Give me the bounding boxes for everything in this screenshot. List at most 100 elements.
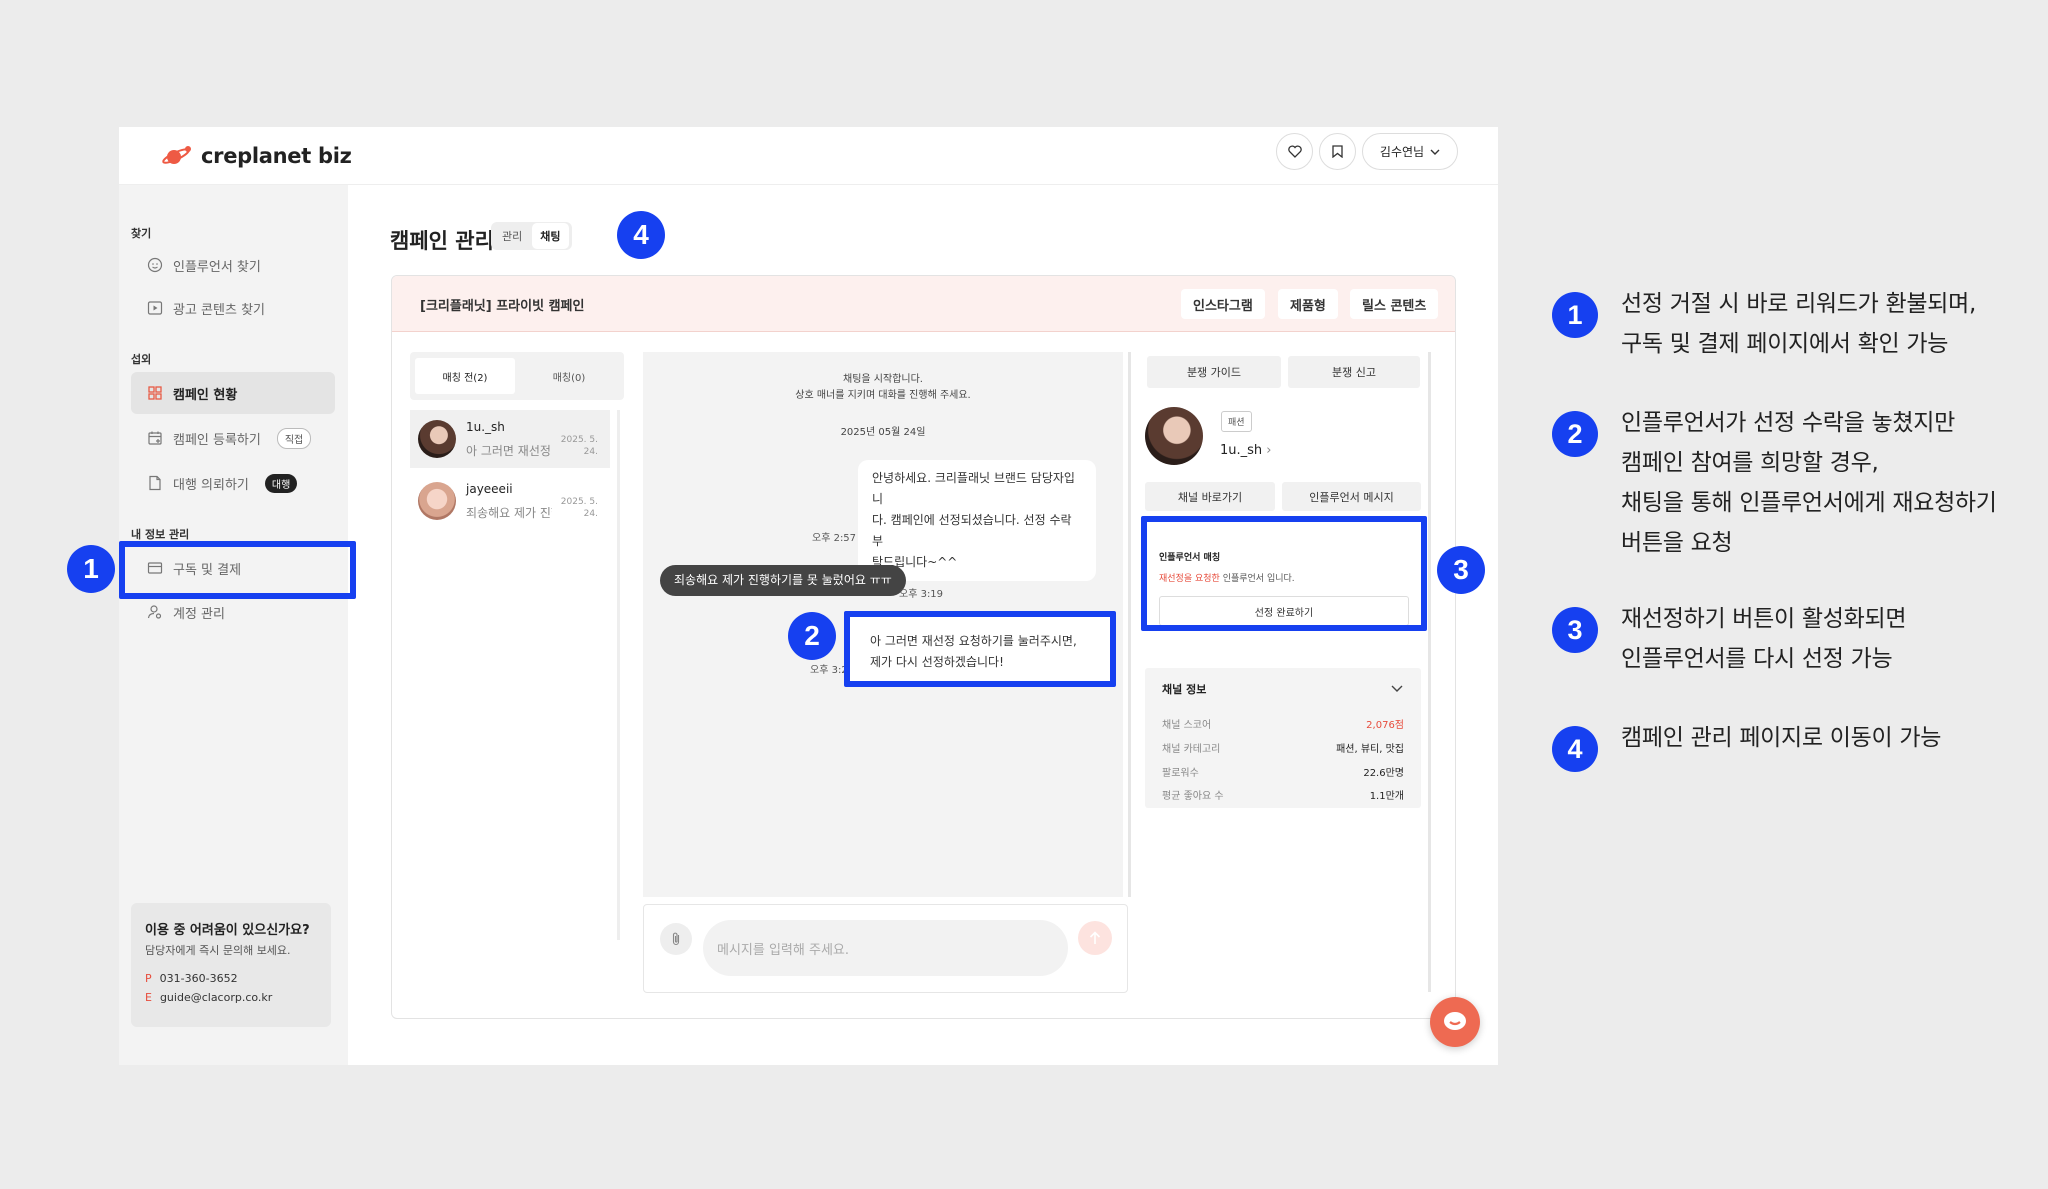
arrow-up-icon (1089, 931, 1101, 944)
tab-matched[interactable]: 매칭(0) (519, 358, 619, 394)
chevron-down-icon[interactable] (1391, 685, 1403, 693)
document-icon (149, 475, 161, 491)
message-input[interactable]: 메시지를 입력해 주세요. (703, 920, 1068, 976)
annotation-number: 4 (1552, 726, 1598, 772)
influencer-avatar (1145, 407, 1203, 465)
bubble-line: 탁드립니다~^^ (872, 555, 958, 569)
annotation-line: 재선정하기 버튼이 활성화되면 (1621, 606, 1907, 632)
channel-link-button[interactable]: 채널 바로가기 (1145, 482, 1275, 511)
annotation-3: 3 재선정하기 버튼이 활성화되면 인플루언서를 다시 선정 가능 (1552, 606, 2032, 687)
conversation-name: 1u._sh (466, 419, 505, 434)
sidebar-item-label: 인플루언서 찾기 (173, 259, 261, 275)
highlight-box-matching (1141, 516, 1427, 631)
sidebar-section-title: 찾기 (131, 227, 152, 240)
sidebar-item-label: 캠페인 현황 (173, 387, 238, 403)
phone-number: 031-360-3652 (159, 972, 238, 985)
sidebar-item-campaign-status[interactable]: 캠페인 현황 (131, 372, 335, 414)
favorite-button[interactable] (1276, 133, 1313, 170)
marker-2: 2 (788, 612, 836, 660)
conversation-item[interactable]: jayeeeii 죄송해요 제가 진행하기를 2025. 5. 24. (410, 472, 610, 530)
tab-manage[interactable]: 관리 (494, 223, 530, 249)
channel-info: 채널 정보 채널 스코어 2,076점 채널 카테고리 패션, 뷰티, 맛집 팔… (1145, 668, 1421, 808)
conversation-tabs: 매칭 전(2) 매칭(0) (410, 352, 624, 400)
marker-3: 3 (1437, 546, 1485, 594)
sidebar-item-register-campaign[interactable]: 캠페인 등록하기 직접 (131, 417, 335, 459)
sidebar-item-request-agency[interactable]: 대행 의뢰하기 대행 (131, 462, 335, 504)
logo[interactable]: creplanet biz (161, 139, 352, 173)
annotation-line: 구독 및 결제 페이지에서 확인 가능 (1621, 331, 1949, 357)
chat-date: 2025년 05월 24일 (840, 427, 926, 438)
attach-button[interactable] (660, 923, 692, 955)
face-icon (147, 257, 163, 273)
sidebar-item-label: 캠페인 등록하기 (173, 432, 261, 448)
chat-scrollbar[interactable] (1128, 352, 1131, 897)
annotation-number: 3 (1552, 607, 1598, 653)
annotation-text: 재선정하기 버튼이 활성화되면 인플루언서를 다시 선정 가능 (1621, 599, 2041, 679)
conversation-date: 2025. 5. 24. (560, 496, 598, 520)
bubble-line: 제가 다시 선정하겠습니다! (870, 655, 1004, 669)
tab-before-match[interactable]: 매칭 전(2) (415, 358, 515, 394)
sidebar: 찾기 인플루언서 찾기 광고 콘텐츠 찾기 섭외 캠페인 현황 캠페인 등록하기… (119, 185, 348, 1065)
chat-support-button[interactable] (1430, 997, 1480, 1047)
send-button[interactable] (1078, 921, 1112, 955)
conversation-item[interactable]: 1u._sh 아 그러면 재선정 요청하기를 2025. 5. 24. (410, 410, 610, 468)
influencer-message-button[interactable]: 인플루언서 메시지 (1282, 482, 1421, 511)
help-phone[interactable]: P 031-360-3652 (145, 972, 317, 985)
conversation-text: 1u._sh 아 그러면 재선정 요청하기를 (466, 420, 552, 459)
influencer-name-link[interactable]: 1u._sh › (1220, 443, 1272, 458)
calendar-add-icon (148, 431, 162, 445)
chat-bubble-influencer: 죄송해요 제가 진행하기를 못 눌렀어요 ㅠㅠ (660, 565, 906, 596)
conversation-date-line: 24. (583, 447, 598, 457)
annotation-line: 캠페인 참여를 희망할 경우, (1621, 450, 1879, 476)
sidebar-item-find-content[interactable]: 광고 콘텐츠 찾기 (131, 287, 335, 329)
conversation-date-line: 24. (583, 509, 598, 519)
dispute-report-button[interactable]: 분쟁 신고 (1288, 356, 1420, 388)
tab-chat[interactable]: 채팅 (532, 223, 569, 249)
annotation-number: 2 (1552, 411, 1598, 457)
help-email[interactable]: Eguide@clacorp.co.kr (145, 991, 317, 1004)
channel-value: 1.1만개 (1369, 791, 1404, 802)
conversation-text: jayeeeii 죄송해요 제가 진행하기를 (466, 482, 552, 521)
agency-badge: 대행 (264, 473, 298, 493)
play-icon (147, 301, 163, 315)
conversation-date: 2025. 5. 24. (560, 434, 598, 458)
influencer-name: 1u._sh (1220, 443, 1263, 458)
highlighted-bubble: 아 그러면 재선정 요청하기를 눌러주시면, 제가 다시 선정하겠습니다! (870, 631, 1077, 673)
bubble-line: 아 그러면 재선정 요청하기를 눌러주시면, (870, 634, 1077, 648)
sidebar-section-title: 내 정보 관리 (131, 528, 190, 541)
annotation-line: 선정 거절 시 바로 리워드가 환불되며, (1621, 291, 1976, 317)
heart-icon (1287, 145, 1302, 158)
annotation-line: 인플루언서를 다시 선정 가능 (1621, 646, 1893, 672)
annotation-line: 버튼을 요청 (1621, 530, 1733, 556)
message-composer: 메시지를 입력해 주세요. (643, 904, 1128, 993)
bubble-line: 안녕하세요. 크리플래닛 브랜드 담당자입니 (872, 471, 1075, 506)
chevron-right-icon: › (1266, 443, 1272, 458)
category-tag: 패션 (1221, 411, 1252, 432)
annotation-text: 캠페인 관리 페이지로 이동이 가능 (1621, 718, 2041, 758)
campaign-header: [크리플래닛] 프라이빗 캠페인 인스타그램 제품형 릴스 콘텐츠 (392, 276, 1455, 332)
dispute-guide-button[interactable]: 분쟁 가이드 (1147, 356, 1281, 388)
page-title: 캠페인 관리 (390, 229, 494, 253)
user-menu-button[interactable]: 김수연님 (1362, 133, 1458, 170)
top-bar: creplanet biz 김수연님 (119, 127, 1498, 185)
annotation-4: 4 캠페인 관리 페이지로 이동이 가능 (1552, 725, 2032, 772)
chat-time: 오후 3:19 (899, 589, 944, 600)
channel-key: 팔로워수 (1162, 768, 1199, 779)
annotation-text: 인플루언서가 선정 수락을 놓쳤지만 캠페인 참여를 희망할 경우, 채팅을 통… (1621, 403, 2041, 563)
user-gear-icon (147, 605, 162, 619)
annotation-2: 2 인플루언서가 선정 수락을 놓쳤지만 캠페인 참여를 희망할 경우, 채팅을… (1552, 410, 2032, 571)
user-name: 김수연님 (1379, 145, 1425, 159)
sidebar-item-label: 계정 관리 (173, 606, 225, 622)
sidebar-item-find-influencer[interactable]: 인플루언서 찾기 (131, 244, 335, 286)
chat-bubble-brand: 안녕하세요. 크리플래닛 브랜드 담당자입니 다. 캠페인에 선정되셨습니다. … (858, 460, 1096, 581)
panel-scrollbar[interactable] (1428, 352, 1431, 992)
planet-logo-icon (162, 146, 191, 164)
email-key: E (145, 991, 152, 1004)
channel-info-title: 채널 정보 (1162, 683, 1207, 696)
sidebar-item-label: 광고 콘텐츠 찾기 (173, 302, 265, 318)
conversation-date-line: 2025. 5. (560, 497, 598, 507)
annotation-line: 캠페인 관리 페이지로 이동이 가능 (1621, 725, 1942, 751)
direct-badge: 직접 (276, 427, 312, 449)
bookmark-button[interactable] (1319, 133, 1356, 170)
list-scrollbar[interactable] (617, 410, 620, 940)
